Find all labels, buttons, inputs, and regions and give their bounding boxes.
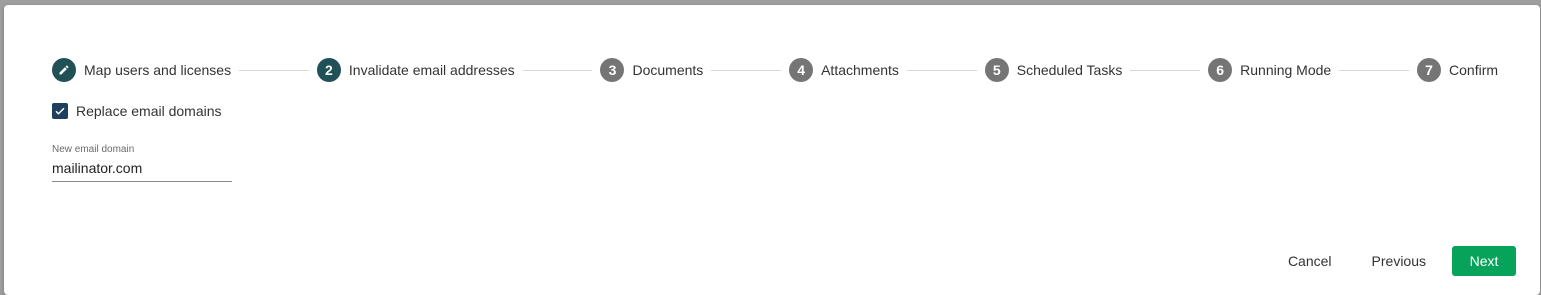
step-attachments[interactable]: 4 Attachments <box>789 58 899 82</box>
new-domain-input[interactable] <box>52 160 232 182</box>
cancel-button[interactable]: Cancel <box>1272 246 1348 276</box>
step-connector <box>906 69 977 71</box>
stepper: Map users and licenses 2 Invalidate emai… <box>52 53 1498 87</box>
check-icon <box>55 107 65 115</box>
new-domain-label: New email domain <box>52 144 135 155</box>
step-label: Confirm <box>1449 62 1499 78</box>
replace-domains-checkbox-row[interactable]: Replace email domains <box>52 103 222 119</box>
step-documents[interactable]: 3 Documents <box>600 58 703 82</box>
step-number: 2 <box>316 58 341 82</box>
step-connector <box>1130 69 1201 71</box>
step-label: Map users and licenses <box>84 62 232 78</box>
step-connector <box>1339 69 1410 71</box>
step-label: Attachments <box>821 62 899 78</box>
step-label: Scheduled Tasks <box>1016 62 1123 78</box>
step-confirm[interactable]: 7 Confirm <box>1417 58 1498 82</box>
step-connector <box>239 69 309 71</box>
step-number: 4 <box>789 58 814 82</box>
step-label: Running Mode <box>1240 62 1332 78</box>
step-number: 3 <box>600 58 625 82</box>
step-number: 6 <box>1208 58 1233 82</box>
step-running-mode[interactable]: 6 Running Mode <box>1208 58 1331 82</box>
step-connector <box>711 69 782 71</box>
dialog-actions: Cancel Previous Next <box>1272 246 1516 276</box>
replace-domains-checkbox[interactable] <box>52 103 68 119</box>
next-button[interactable]: Next <box>1452 246 1516 276</box>
step-scheduled-tasks[interactable]: 5 Scheduled Tasks <box>984 58 1123 82</box>
step-map-users[interactable]: Map users and licenses <box>52 58 231 82</box>
step-invalidate-email[interactable]: 2 Invalidate email addresses <box>316 58 515 82</box>
step-connector <box>522 69 593 71</box>
step-label: Invalidate email addresses <box>348 62 515 78</box>
pencil-icon <box>52 58 76 82</box>
previous-button[interactable]: Previous <box>1356 246 1442 276</box>
step-label: Documents <box>632 62 704 78</box>
new-domain-field: New email domain <box>52 144 232 182</box>
step-number: 5 <box>984 58 1009 82</box>
wizard-dialog: Map users and licenses 2 Invalidate emai… <box>4 5 1540 295</box>
step-number: 7 <box>1417 58 1442 82</box>
replace-domains-label: Replace email domains <box>76 103 222 119</box>
